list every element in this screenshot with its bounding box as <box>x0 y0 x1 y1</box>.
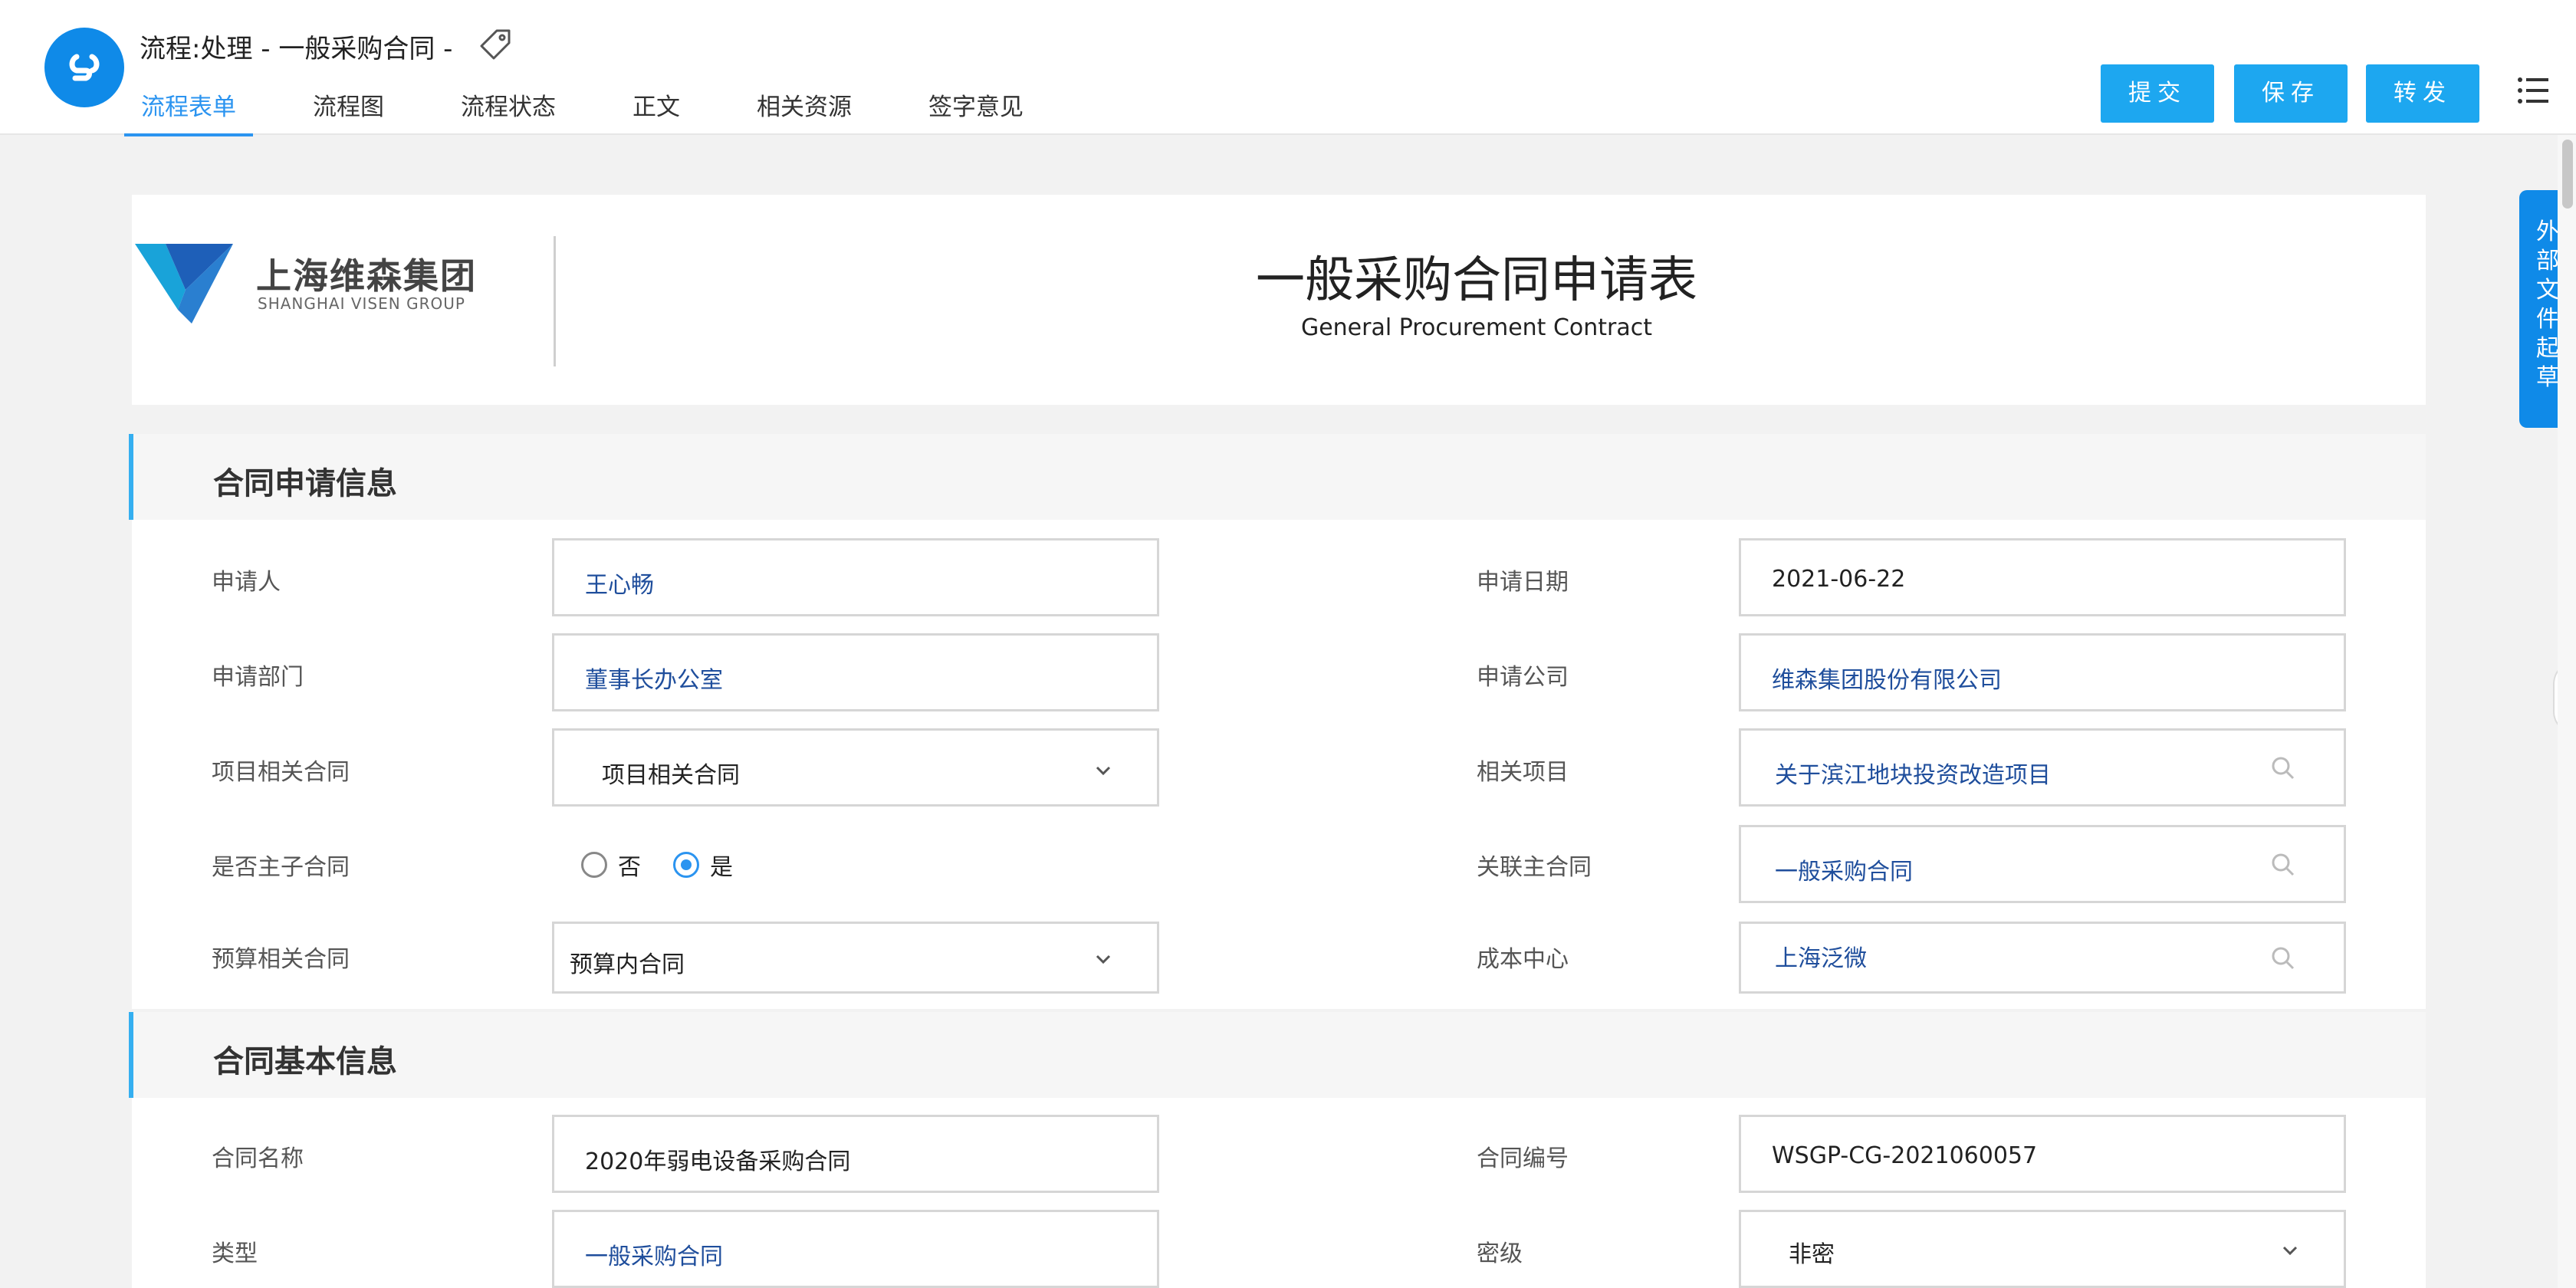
tab-form[interactable]: 流程表单 <box>124 75 253 136</box>
field-label: 申请人 <box>212 569 281 596</box>
logo-divider <box>554 236 556 366</box>
radio-no[interactable]: 否 <box>581 848 641 882</box>
department-field[interactable]: 董事长办公室 <box>552 633 1159 711</box>
save-button[interactable]: 保存 <box>2234 64 2348 123</box>
tag-icon[interactable] <box>478 28 512 61</box>
tab-sign-opinion[interactable]: 签字意见 <box>912 75 1040 135</box>
section-body-basic: 合同名称 2020年弱电设备采购合同 合同编号 WSGP-CG-20210600… <box>132 1098 2426 1288</box>
field-value: 2020年弱电设备采购合同 <box>585 1148 851 1175</box>
process-title: 流程:处理 - 一般采购合同 - <box>140 34 453 64</box>
field-value: 项目相关合同 <box>602 762 740 789</box>
top-bar: 流程:处理 - 一般采购合同 - 流程表单 流程图 流程状态 正文 相关资源 签… <box>0 0 2576 136</box>
form-title: 一般采购合同申请表 <box>1256 252 1697 309</box>
project-contract-select[interactable]: 项目相关合同 <box>552 728 1159 807</box>
section-body-application: 申请人 王心畅 申请日期 2021-06-22 申请部门 董事长办公室 申请公司… <box>132 520 2426 1009</box>
vertical-scrollbar[interactable] <box>2558 135 2576 1288</box>
section-title: 合同申请信息 <box>213 466 397 501</box>
field-label: 关联主合同 <box>1477 854 1592 881</box>
field-value: 一般采购合同 <box>1775 859 1913 886</box>
section-title: 合同基本信息 <box>213 1044 397 1079</box>
forward-button[interactable]: 转发 <box>2366 64 2479 123</box>
form-subtitle: General Procurement Contract <box>1300 314 1653 341</box>
field-label: 相关项目 <box>1477 759 1569 786</box>
radio-checked-icon <box>673 852 699 878</box>
form-header-card: 上海维森集团 SHANGHAI VISEN GROUP 一般采购合同申请表 Ge… <box>132 195 2426 405</box>
contract-name-field[interactable]: 2020年弱电设备采购合同 <box>552 1115 1159 1193</box>
field-value: WSGP-CG-2021060057 <box>1772 1142 2038 1169</box>
field-label: 合同名称 <box>212 1145 304 1172</box>
field-value: 董事长办公室 <box>585 667 723 694</box>
field-label: 申请日期 <box>1477 569 1569 596</box>
radio-unchecked-icon <box>581 852 607 878</box>
search-icon[interactable] <box>2269 944 2298 973</box>
field-value: 非密 <box>1789 1241 1835 1268</box>
cost-center-field[interactable]: 上海泛微 <box>1739 922 2346 994</box>
related-project-field[interactable]: 关于滨江地块投资改造项目 <box>1739 728 2346 807</box>
search-icon[interactable] <box>2269 754 2298 783</box>
company-logo: 上海维森集团 SHANGHAI VISEN GROUP <box>132 195 561 405</box>
applicant-field[interactable]: 王心畅 <box>552 538 1159 616</box>
submit-button[interactable]: 提交 <box>2101 64 2214 123</box>
company-name-en: SHANGHAI VISEN GROUP <box>258 294 465 313</box>
apply-date-field[interactable]: 2021-06-22 <box>1739 538 2346 616</box>
field-label: 项目相关合同 <box>212 759 350 786</box>
field-value: 上海泛微 <box>1775 945 1867 972</box>
company-name-cn: 上海维森集团 <box>256 255 477 297</box>
field-label: 合同编号 <box>1477 1145 1569 1172</box>
field-label: 申请公司 <box>1477 664 1569 691</box>
field-value: 2021-06-22 <box>1772 566 1906 593</box>
tab-bar: 流程表单 流程图 流程状态 正文 相关资源 签字意见 <box>124 75 1083 136</box>
chevron-down-icon <box>1096 766 1111 776</box>
secret-level-select[interactable]: 非密 <box>1739 1210 2346 1288</box>
field-label: 成本中心 <box>1477 946 1569 973</box>
tab-flowchart[interactable]: 流程图 <box>296 75 401 135</box>
field-label: 类型 <box>212 1240 258 1267</box>
field-label: 密级 <box>1477 1240 1523 1267</box>
tab-resources[interactable]: 相关资源 <box>740 75 869 135</box>
menu-list-icon[interactable] <box>2516 74 2550 107</box>
company-field[interactable]: 维森集团股份有限公司 <box>1739 633 2346 711</box>
field-label: 是否主子合同 <box>212 854 350 881</box>
section-header-application: 合同申请信息 <box>129 434 2426 520</box>
related-master-field[interactable]: 一般采购合同 <box>1739 825 2346 903</box>
tab-main-text[interactable]: 正文 <box>616 75 697 135</box>
chevron-down-icon <box>1096 955 1111 964</box>
contract-type-field[interactable]: 一般采购合同 <box>552 1210 1159 1288</box>
radio-label: 是 <box>710 854 733 881</box>
app-logo-icon <box>44 28 124 107</box>
budget-select[interactable]: 预算内合同 <box>552 922 1159 994</box>
field-value: 维森集团股份有限公司 <box>1772 667 2002 694</box>
form-title-block: 一般采购合同申请表 General Procurement Contract <box>991 241 1963 341</box>
tab-flow-status[interactable]: 流程状态 <box>444 75 573 135</box>
search-icon[interactable] <box>2269 850 2298 879</box>
field-value: 王心畅 <box>585 572 654 599</box>
field-label: 申请部门 <box>212 664 304 691</box>
contract-number-field[interactable]: WSGP-CG-2021060057 <box>1739 1115 2346 1193</box>
field-value: 预算内合同 <box>570 951 685 978</box>
field-label: 预算相关合同 <box>212 946 350 973</box>
field-value: 一般采购合同 <box>585 1244 723 1270</box>
scroll-thumb[interactable] <box>2562 140 2573 209</box>
chevron-down-icon <box>2282 1246 2298 1256</box>
radio-label: 否 <box>618 854 641 881</box>
field-value: 关于滨江地块投资改造项目 <box>1775 762 2051 789</box>
radio-yes[interactable]: 是 <box>673 848 733 882</box>
section-header-basic: 合同基本信息 <box>129 1012 2426 1098</box>
